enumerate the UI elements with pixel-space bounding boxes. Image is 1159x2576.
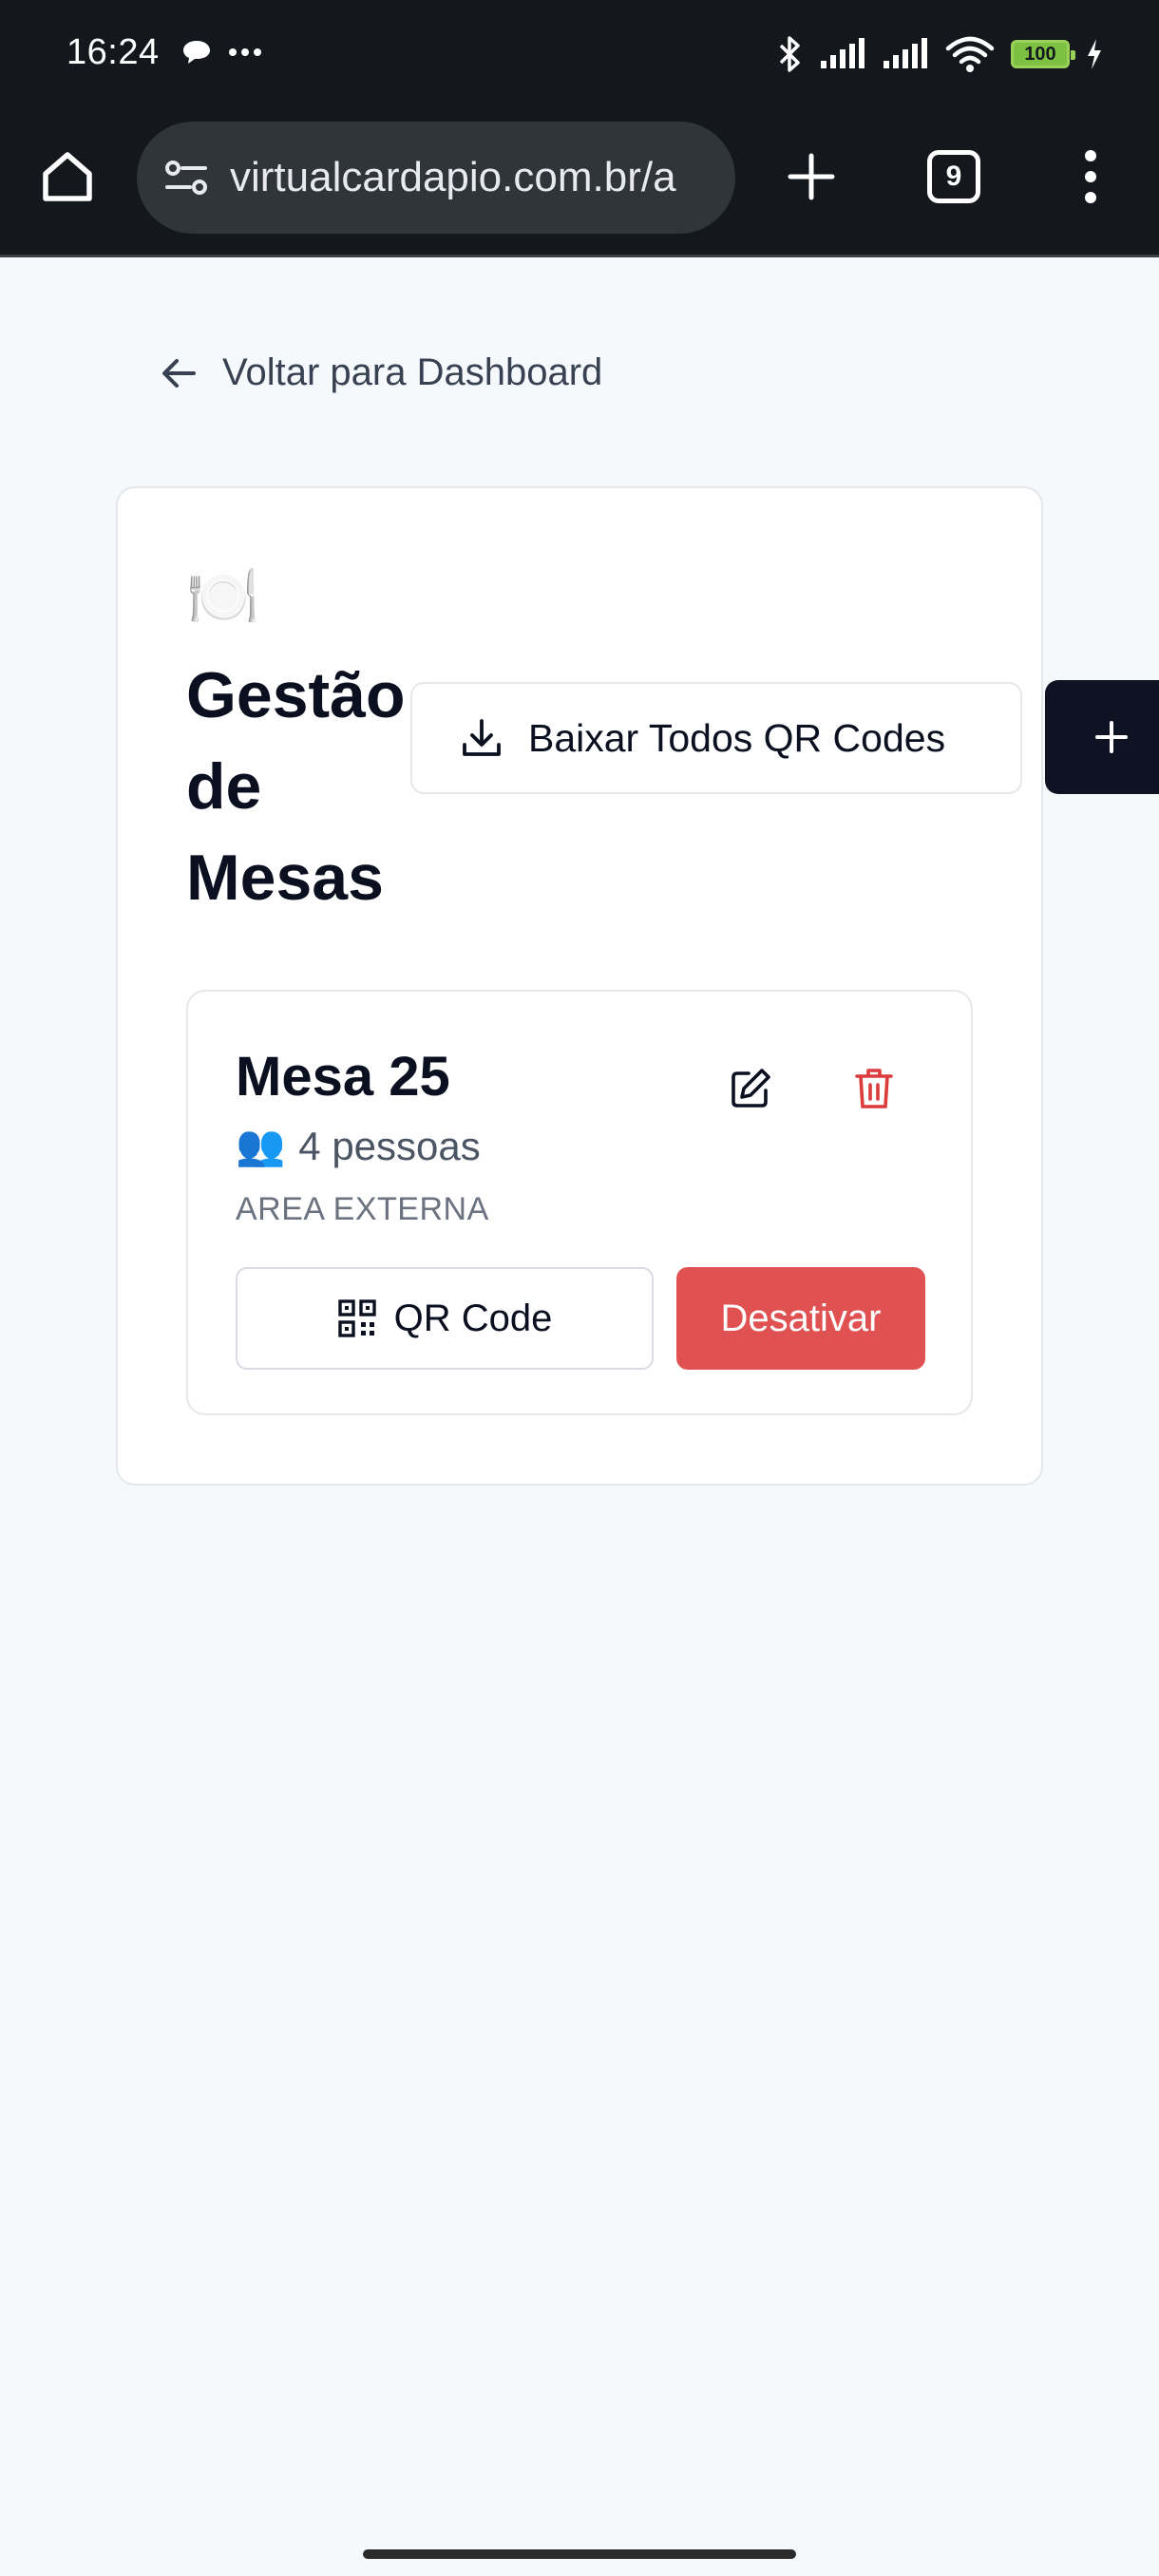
deactivate-table-button[interactable]: Desativar <box>676 1267 925 1370</box>
home-button[interactable] <box>38 147 97 206</box>
home-icon <box>43 152 92 201</box>
status-time: 16:24 <box>66 32 160 72</box>
trash-icon <box>855 1069 893 1108</box>
bluetooth-icon <box>779 36 800 72</box>
table-card: Mesa 25 👥 4 pessoas AREA EXTERNA QR Code… <box>186 990 973 1415</box>
browser-chrome: 16:24 100 virtualcardapio.com.br/a 9 <box>0 0 1159 256</box>
signal-icon <box>884 38 927 68</box>
add-table-button[interactable] <box>1045 680 1159 794</box>
qr-code-icon <box>337 1299 376 1337</box>
delete-table-button[interactable] <box>844 1058 904 1119</box>
gesture-navigation-bar[interactable] <box>363 2549 796 2559</box>
charging-icon <box>1088 39 1101 69</box>
table-name: Mesa 25 <box>236 1046 450 1108</box>
download-icon <box>463 719 501 756</box>
edit-table-button[interactable] <box>720 1058 781 1119</box>
table-area: AREA EXTERNA <box>236 1191 489 1227</box>
menu-dot <box>1085 192 1096 203</box>
back-label: Voltar para Dashboard <box>222 351 603 393</box>
browser-menu-button[interactable] <box>1072 142 1110 211</box>
menu-dot <box>1085 150 1096 161</box>
wifi-icon <box>945 36 995 72</box>
download-all-qr-button[interactable]: Baixar Todos QR Codes <box>410 682 1022 794</box>
url-bar[interactable]: virtualcardapio.com.br/a <box>137 122 735 234</box>
plate-cutlery-icon: 🍽️ <box>186 564 260 630</box>
qr-code-button[interactable]: QR Code <box>236 1267 654 1370</box>
status-right-icons: 100 <box>775 34 1104 74</box>
url-text: virtualcardapio.com.br/a <box>230 154 676 200</box>
page-title: Gestão de Mesas <box>186 659 406 914</box>
capacity-label: 4 pessoas <box>298 1123 481 1168</box>
plus-icon <box>1095 721 1128 753</box>
table-capacity: 👥 4 pessoas <box>236 1123 481 1169</box>
qr-code-label: QR Code <box>393 1297 553 1339</box>
tab-switcher-button[interactable]: 9 <box>927 150 980 203</box>
back-to-dashboard-link[interactable]: Voltar para Dashboard <box>160 351 602 394</box>
plus-icon <box>788 153 835 200</box>
menu-dot <box>1085 171 1096 182</box>
signal-icon <box>821 38 864 68</box>
site-settings-icon[interactable] <box>163 159 209 197</box>
download-all-label: Baixar Todos QR Codes <box>528 715 946 760</box>
edit-icon <box>732 1069 770 1108</box>
battery-icon: 100 <box>1011 40 1075 68</box>
arrow-left-icon <box>162 358 196 388</box>
chat-bubble-icon <box>183 41 210 64</box>
new-tab-button[interactable] <box>777 142 846 211</box>
status-left-icons <box>180 38 262 66</box>
more-dots-icon <box>229 48 261 56</box>
chrome-divider <box>0 255 1159 257</box>
people-icon: 👥 <box>236 1123 286 1167</box>
